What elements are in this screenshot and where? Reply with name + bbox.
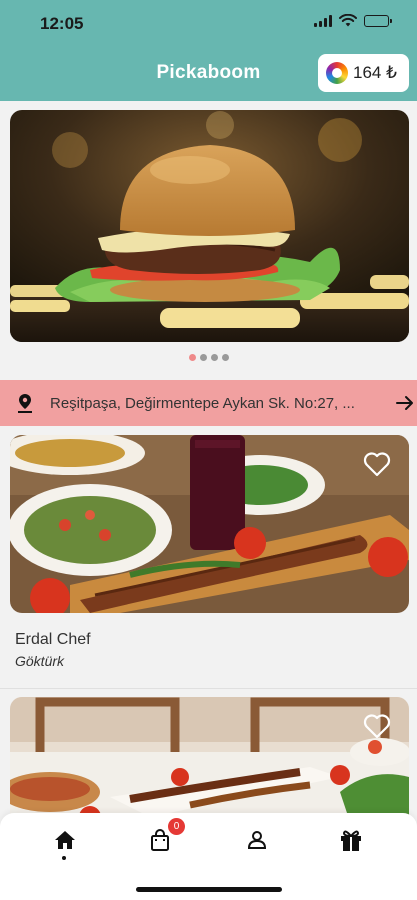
- wallet-balance-button[interactable]: 164 ₺: [318, 54, 409, 92]
- restaurant-name[interactable]: Erdal Chef: [15, 631, 91, 649]
- pager-dot[interactable]: [199, 354, 207, 361]
- card-divider: [0, 688, 417, 689]
- gift-icon: [341, 830, 361, 851]
- favorite-heart-icon[interactable]: [363, 713, 391, 739]
- burger-photo: [10, 110, 409, 342]
- mixed-grill-table-photo: [10, 697, 409, 822]
- tab-gifts[interactable]: [338, 827, 364, 853]
- carousel-pager[interactable]: [0, 354, 417, 361]
- coin-icon: [326, 62, 348, 84]
- pager-dot[interactable]: [210, 354, 218, 361]
- home-indicator[interactable]: [136, 887, 282, 892]
- balance-amount: 164 ₺: [353, 63, 397, 82]
- tab-profile[interactable]: [244, 827, 270, 853]
- cart-count-badge: 0: [168, 818, 185, 835]
- restaurant-card-image[interactable]: [10, 435, 409, 613]
- app-header: 12:05 Pickaboom 164 ₺: [0, 0, 417, 101]
- status-icons: [314, 14, 392, 27]
- pager-dot-active[interactable]: [188, 354, 196, 361]
- status-bar: 12:05: [0, 0, 417, 46]
- home-icon: [55, 831, 75, 849]
- delivery-address-text: Reşitpaşa, Değirmentepe Aykan Sk. No:27,…: [50, 395, 355, 412]
- restaurant-location: Göktürk: [15, 653, 65, 669]
- favorite-heart-icon[interactable]: [363, 451, 391, 477]
- status-time: 12:05: [40, 14, 84, 33]
- user-icon: [247, 831, 267, 849]
- restaurant-card-image[interactable]: [10, 697, 409, 822]
- pager-dot[interactable]: [221, 354, 229, 361]
- battery-icon: [364, 14, 392, 27]
- wifi-icon: [339, 14, 357, 27]
- delivery-address-bar[interactable]: Reşitpaşa, Değirmentepe Aykan Sk. No:27,…: [0, 380, 417, 426]
- promo-banner-carousel[interactable]: [10, 110, 409, 342]
- tab-home[interactable]: [52, 827, 78, 853]
- active-tab-indicator: [62, 856, 66, 860]
- shopping-bag-icon: [151, 829, 169, 851]
- cellular-signal-icon: [314, 14, 332, 27]
- arrow-right-icon[interactable]: [396, 395, 414, 411]
- location-pin-icon: [18, 394, 32, 413]
- kebab-plate-photo: [10, 435, 409, 613]
